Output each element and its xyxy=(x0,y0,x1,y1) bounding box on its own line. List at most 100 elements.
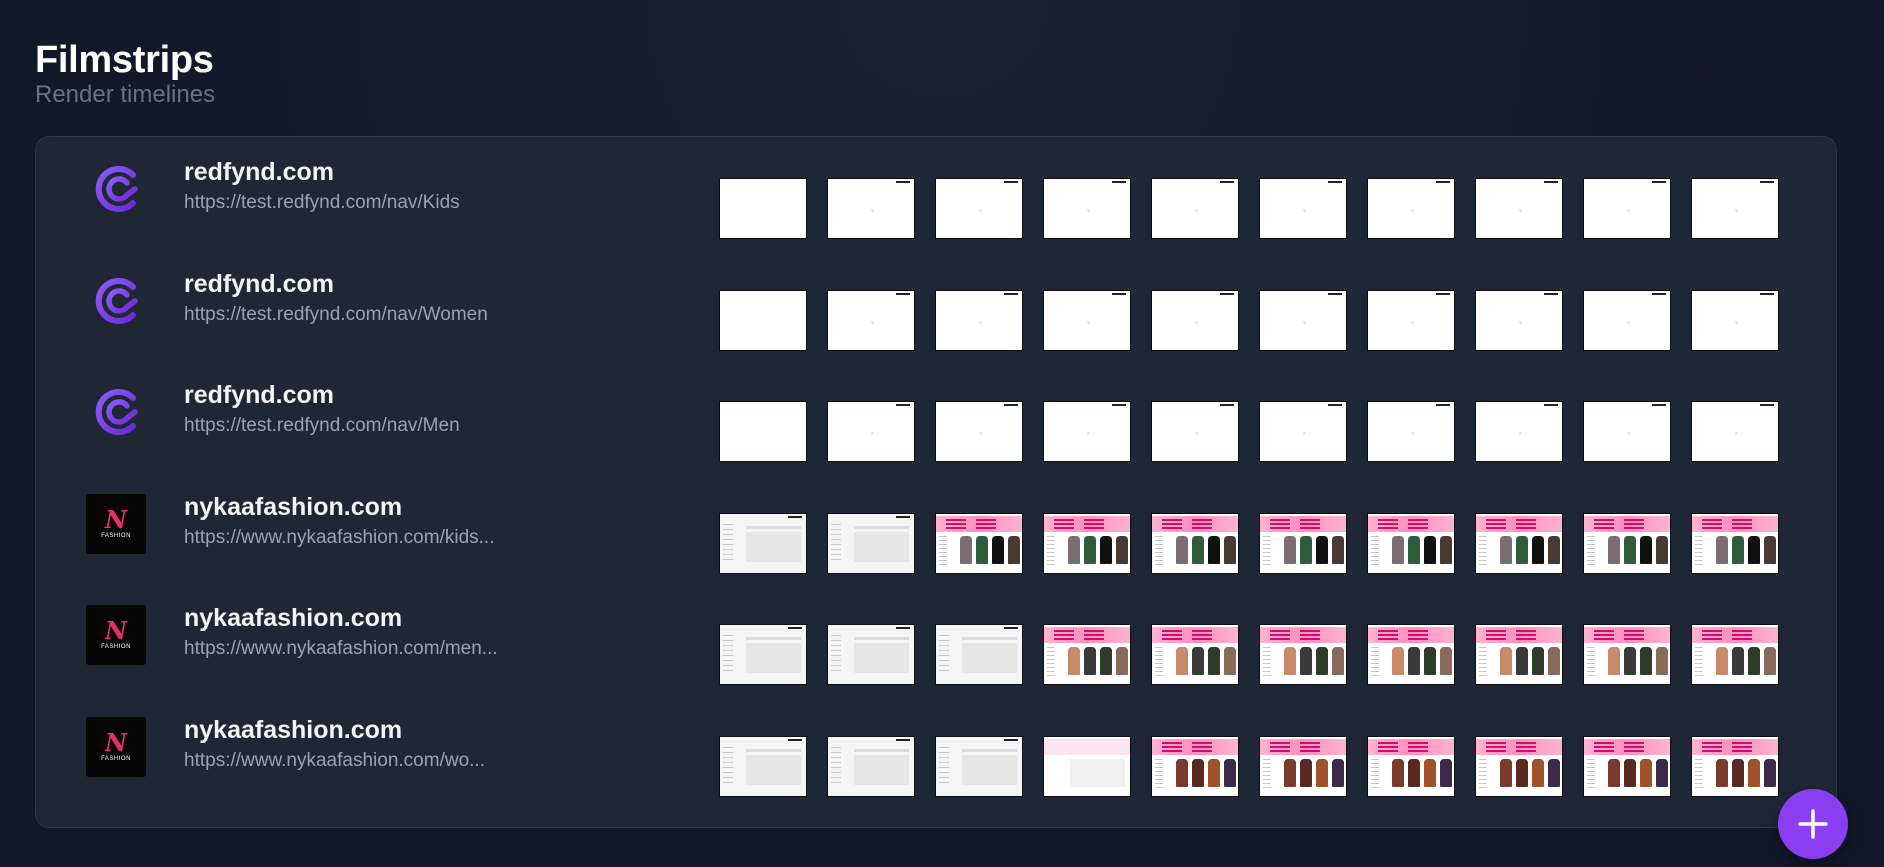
site-name[interactable]: nykaafashion.com xyxy=(184,603,544,633)
filmstrip-frame-thumbnail[interactable] xyxy=(827,290,915,351)
filmstrip-frame-thumbnail[interactable] xyxy=(719,513,807,574)
filmstrip-frame-thumbnail[interactable] xyxy=(1475,624,1563,685)
site-info: redfynd.com https://test.redfynd.com/nav/… xyxy=(184,157,544,215)
filmstrips-panel: redfynd.com https://test.redfynd.com/nav/… xyxy=(35,136,1837,828)
filmstrip-frame-thumbnail[interactable] xyxy=(1367,401,1455,462)
site-url: https://www.nykaafashion.com/kids... xyxy=(184,527,495,548)
site-url: https://www.nykaafashion.com/wo... xyxy=(184,750,485,771)
filmstrip-frame-thumbnail[interactable] xyxy=(1691,736,1779,797)
filmstrip-frame-thumbnail[interactable] xyxy=(1259,624,1347,685)
logo-mark: N xyxy=(105,728,127,757)
filmstrip-frame-thumbnail[interactable] xyxy=(1691,290,1779,351)
site-url: https://test.redfynd.com/nav/Men xyxy=(184,415,460,436)
filmstrip-frame-thumbnail[interactable] xyxy=(1583,401,1671,462)
filmstrip-frame-thumbnail[interactable] xyxy=(1151,178,1239,239)
filmstrip-frame-thumbnail[interactable] xyxy=(1151,513,1239,574)
page-title: Filmstrips xyxy=(35,39,214,81)
nykaa-fashion-logo: N FASHION xyxy=(86,494,146,554)
filmstrip-row[interactable]: N FASHION nykaafashion.com https://www.nyka… xyxy=(36,583,1836,695)
site-url: https://test.redfynd.com/nav/Kids xyxy=(184,192,460,213)
filmstrip-frame-thumbnail[interactable] xyxy=(1043,513,1131,574)
filmstrip-frame-thumbnail[interactable] xyxy=(935,178,1023,239)
filmstrip-frame-thumbnail[interactable] xyxy=(719,401,807,462)
filmstrip-row[interactable]: redfynd.com https://test.redfynd.com/nav/… xyxy=(36,249,1836,361)
filmstrip-frame-thumbnail[interactable] xyxy=(1475,178,1563,239)
site-name[interactable]: redfynd.com xyxy=(184,269,544,299)
filmstrip-frame-thumbnail[interactable] xyxy=(1367,513,1455,574)
filmstrip-frame-thumbnail[interactable] xyxy=(1691,401,1779,462)
site-info: nykaafashion.com https://www.nykaafashion… xyxy=(184,715,544,773)
filmstrip-frame-thumbnail[interactable] xyxy=(935,513,1023,574)
filmstrip-frame-thumbnail[interactable] xyxy=(1583,736,1671,797)
filmstrip-frame-thumbnail[interactable] xyxy=(1691,178,1779,239)
logo-mark: N xyxy=(105,616,127,645)
filmstrip-frame-thumbnail[interactable] xyxy=(1259,290,1347,351)
nykaa-fashion-logo: N FASHION xyxy=(86,717,146,777)
filmstrip-frame-thumbnail[interactable] xyxy=(1043,736,1131,797)
logo-word: FASHION xyxy=(101,533,131,539)
filmstrip-frame-thumbnail[interactable] xyxy=(719,624,807,685)
filmstrip-frame-thumbnail[interactable] xyxy=(1367,290,1455,351)
logo-mark: N xyxy=(105,505,127,534)
redfynd-logo xyxy=(86,382,146,442)
site-info: nykaafashion.com https://www.nykaafashion… xyxy=(184,603,544,661)
site-name[interactable]: redfynd.com xyxy=(184,157,544,187)
filmstrip-frame-thumbnail[interactable] xyxy=(1475,513,1563,574)
filmstrip-frame-thumbnail[interactable] xyxy=(1367,736,1455,797)
filmstrip-frame-thumbnail[interactable] xyxy=(1043,401,1131,462)
filmstrip-frame-thumbnail[interactable] xyxy=(935,736,1023,797)
site-name[interactable]: nykaafashion.com xyxy=(184,492,544,522)
filmstrip-frame-thumbnail[interactable] xyxy=(1151,401,1239,462)
filmstrip-frame-thumbnail[interactable] xyxy=(1691,624,1779,685)
filmstrip-row[interactable]: N FASHION nykaafashion.com https://www.nyka… xyxy=(36,472,1836,584)
filmstrip-frame-thumbnail[interactable] xyxy=(1259,736,1347,797)
nykaa-fashion-logo: N FASHION xyxy=(86,605,146,665)
filmstrip-frame-thumbnail[interactable] xyxy=(1151,736,1239,797)
filmstrip-frame-thumbnail[interactable] xyxy=(1691,513,1779,574)
site-info: redfynd.com https://test.redfynd.com/nav/… xyxy=(184,380,544,438)
filmstrip-frame-thumbnail[interactable] xyxy=(1043,624,1131,685)
filmstrip-frame-thumbnail[interactable] xyxy=(1475,290,1563,351)
filmstrip-frame-thumbnail[interactable] xyxy=(1043,290,1131,351)
site-url: https://www.nykaafashion.com/men... xyxy=(184,638,498,659)
filmstrip-frame-thumbnail[interactable] xyxy=(1583,290,1671,351)
redfynd-logo xyxy=(86,159,146,219)
logo-word: FASHION xyxy=(101,644,131,650)
filmstrip-frame-thumbnail[interactable] xyxy=(827,624,915,685)
page-subtitle: Render timelines xyxy=(35,81,216,108)
filmstrip-frame-thumbnail[interactable] xyxy=(1583,178,1671,239)
filmstrip-frame-thumbnail[interactable] xyxy=(827,178,915,239)
add-filmstrip-button[interactable] xyxy=(1778,789,1848,859)
filmstrip-frame-thumbnail[interactable] xyxy=(1151,624,1239,685)
filmstrip-frame-thumbnail[interactable] xyxy=(1475,736,1563,797)
page-header: Filmstrips Render timelines xyxy=(35,38,215,109)
filmstrip-frame-thumbnail[interactable] xyxy=(827,401,915,462)
site-name[interactable]: nykaafashion.com xyxy=(184,715,544,745)
filmstrip-row[interactable]: redfynd.com https://test.redfynd.com/nav/… xyxy=(36,360,1836,472)
filmstrip-frame-thumbnail[interactable] xyxy=(1151,290,1239,351)
filmstrip-frame-thumbnail[interactable] xyxy=(1475,401,1563,462)
site-info: redfynd.com https://test.redfynd.com/nav/… xyxy=(184,269,544,327)
filmstrip-frame-thumbnail[interactable] xyxy=(1043,178,1131,239)
filmstrip-frame-thumbnail[interactable] xyxy=(935,624,1023,685)
site-url: https://test.redfynd.com/nav/Women xyxy=(184,304,488,325)
filmstrip-frame-thumbnail[interactable] xyxy=(827,736,915,797)
filmstrip-frame-thumbnail[interactable] xyxy=(1367,624,1455,685)
filmstrip-frame-thumbnail[interactable] xyxy=(1259,401,1347,462)
filmstrip-frame-thumbnail[interactable] xyxy=(1259,178,1347,239)
site-name[interactable]: redfynd.com xyxy=(184,380,544,410)
filmstrip-frame-thumbnail[interactable] xyxy=(935,401,1023,462)
filmstrip-frame-thumbnail[interactable] xyxy=(719,178,807,239)
filmstrip-frame-thumbnail[interactable] xyxy=(1367,178,1455,239)
filmstrip-frame-thumbnail[interactable] xyxy=(935,290,1023,351)
filmstrip-frame-thumbnail[interactable] xyxy=(719,290,807,351)
filmstrip-frame-thumbnail[interactable] xyxy=(827,513,915,574)
filmstrip-frame-thumbnail[interactable] xyxy=(1583,624,1671,685)
filmstrip-frame-thumbnail[interactable] xyxy=(1259,513,1347,574)
filmstrip-frame-thumbnail[interactable] xyxy=(719,736,807,797)
logo-word: FASHION xyxy=(101,756,131,762)
plus-icon xyxy=(1798,809,1828,839)
filmstrip-row[interactable]: redfynd.com https://test.redfynd.com/nav/… xyxy=(36,137,1836,249)
filmstrip-row[interactable]: N FASHION nykaafashion.com https://www.nyka… xyxy=(36,695,1836,807)
filmstrip-frame-thumbnail[interactable] xyxy=(1583,513,1671,574)
